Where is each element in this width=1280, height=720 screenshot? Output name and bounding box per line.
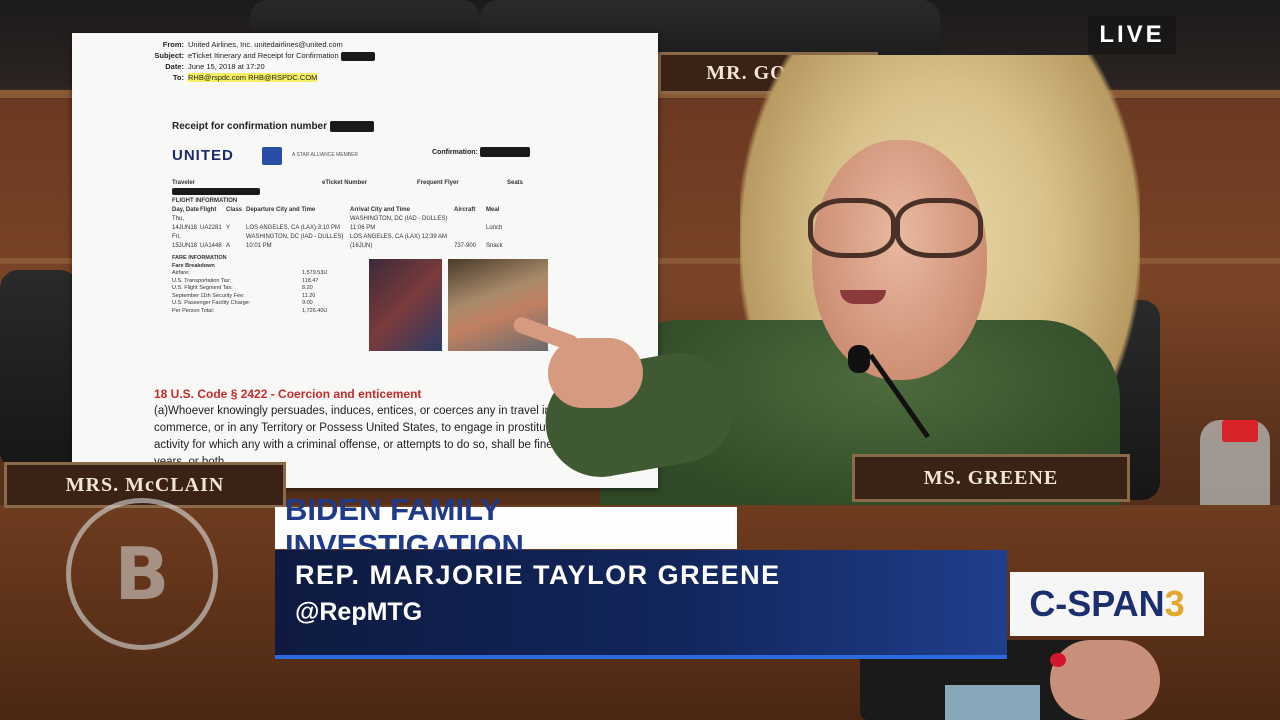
- table-header-cell: eTicket Number: [322, 180, 367, 186]
- fare-label: Per Person Total:: [172, 307, 215, 314]
- fare-row: U.S. Transportation Tax: 118.47: [172, 278, 352, 286]
- fare-label: September 11th Security Fee:: [172, 292, 245, 299]
- email-header-subject: Subject: eTicket Itinerary and Receipt fo…: [150, 50, 375, 61]
- email-header-label: From:: [162, 40, 184, 49]
- traveler-row: [172, 188, 523, 197]
- fare-value: 1,579.53U: [302, 270, 328, 276]
- email-header-label: Subject:: [154, 51, 184, 60]
- lower-third: REP. MARJORIE TAYLOR GREENE @RepMTG: [275, 550, 1007, 659]
- fare-row: U.S. Flight Segment Tax: 8.20: [172, 285, 352, 293]
- fingernail: [1050, 653, 1066, 667]
- bottle-cap: [1222, 420, 1258, 442]
- fare-value: 8.20: [302, 285, 313, 291]
- speaker-handle: @RepMTG: [295, 598, 423, 626]
- table-cell: Snack: [486, 243, 503, 250]
- redaction: [340, 51, 375, 61]
- fare-breakdown: FARE INFORMATION Fare Breakdown Airfare:…: [172, 255, 352, 315]
- email-header: From: United Airlines, Inc. unitedairline…: [150, 39, 375, 83]
- table-cell: UA2281: [200, 225, 222, 232]
- fare-label: U.S. Transportation Tax:: [172, 277, 231, 284]
- watermark-letter: B: [114, 532, 170, 616]
- fare-row: U.S. Passenger Facility Charge: 9.00: [172, 300, 352, 308]
- fare-value: 1,726.40U: [302, 307, 328, 314]
- redaction: [172, 188, 260, 195]
- topic-banner: BIDEN FAMILY INVESTIGATION: [275, 492, 737, 563]
- table-header-cell: Departure City and Time: [246, 207, 316, 214]
- table-cell: Thu, 14JUN18: [172, 216, 198, 232]
- itinerary-table: Traveler eTicket Number Frequent Flyer Seat…: [172, 179, 523, 251]
- table-header-cell: Arrival City and Time: [350, 207, 410, 214]
- email-header-label: Date:: [165, 62, 184, 71]
- table-cell: LOS ANGELES, CA (LAX) 3:10 PM: [246, 225, 341, 232]
- email-header-value: June 15, 2018 at 17:20: [188, 62, 265, 71]
- cspan3-logo: C-SPAN 3: [1010, 572, 1204, 636]
- cspan-logo-number: 3: [1164, 583, 1185, 624]
- fare-row: Per Person Total: 1,726.40U: [172, 308, 352, 316]
- fare-row: Airfare: 1,579.53U: [172, 270, 352, 278]
- table-cell: UA1448: [200, 243, 222, 250]
- fare-breakdown-label: Fare Breakdown: [172, 262, 215, 269]
- table-cell: WASHINGTON, DC (IAD - DULLES) 10:01 PM: [246, 234, 344, 250]
- microphone-icon: [848, 345, 870, 373]
- united-globe-icon: [262, 147, 282, 165]
- table-header-cell: Frequent Flyer: [417, 180, 459, 186]
- fare-value: 9.00: [302, 300, 313, 306]
- united-logo: UNITED: [172, 147, 234, 164]
- table-header-cell: Meal: [486, 207, 500, 214]
- table-cell: Fri, 15JUN18: [172, 234, 198, 250]
- camera-screen: [945, 685, 1040, 720]
- confirmation-label: Confirmation:: [432, 148, 478, 156]
- table-row: Thu, 14JUN18 UA2281 Y LOS ANGELES, CA (LAX)…: [172, 215, 523, 233]
- fare-info-label: FARE INFORMATION: [172, 255, 227, 261]
- table-cell: LOS ANGELES, CA (LAX) 12:39 AM (16JUN): [350, 234, 448, 250]
- evidence-photo: [369, 259, 442, 351]
- fare-value: 11.20: [302, 292, 316, 299]
- table-header-cell: Traveler: [172, 180, 196, 186]
- fare-value: 118.47: [302, 277, 319, 284]
- star-alliance-label: A STAR ALLIANCE MEMBER: [292, 152, 359, 158]
- email-header-value: RHB@rspdc.com RHB@RSPDC.COM: [188, 73, 318, 82]
- fare-label: U.S. Passenger Facility Charge:: [172, 300, 251, 306]
- speaker-name: REP. MARJORIE TAYLOR GREENE: [295, 560, 781, 590]
- photographer-hand: [1050, 640, 1160, 720]
- table-header-cell: Day, Date: [172, 207, 199, 214]
- email-header-label: To:: [172, 73, 184, 82]
- email-header-value: United Airlines, Inc. unitedairlines@uni…: [188, 40, 343, 49]
- email-header-value: eTicket Itinerary and Receipt for Confir…: [188, 51, 339, 60]
- table-header-cell: Flight: [200, 207, 217, 214]
- table-cell: A: [226, 243, 231, 250]
- speaker-mouth: [840, 290, 886, 304]
- live-badge: LIVE: [1088, 16, 1176, 54]
- table-row: Fri, 15JUN18 UA1448 A WASHINGTON, DC (IAD -…: [172, 233, 523, 251]
- glasses-left-lens: [808, 198, 896, 258]
- email-header-to: To: RHB@rspdc.com RHB@RSPDC.COM: [150, 72, 375, 83]
- chair: [0, 270, 78, 470]
- nameplate-greene: MS. GREENE: [852, 454, 1130, 502]
- table-cell: Lunch: [486, 225, 503, 232]
- receipt-title: Receipt for confirmation number: [172, 121, 374, 132]
- redaction: [479, 147, 530, 157]
- table-header-cell: Seats: [507, 180, 524, 186]
- flight-info-label: FLIGHT INFORMATION: [172, 198, 238, 205]
- table-cell: Y: [226, 225, 231, 232]
- table-cell: 737-900: [454, 243, 477, 250]
- email-header-from: From: United Airlines, Inc. unitedairline…: [150, 39, 375, 50]
- statute-heading: 18 U.S. Code § 2422 - Coercion and entic…: [154, 387, 422, 401]
- table-header-cell: Class: [226, 207, 243, 214]
- watermark-logo-icon: B: [66, 498, 218, 650]
- confirmation-field: Confirmation:: [432, 147, 530, 157]
- glasses-right-lens: [895, 198, 983, 258]
- table-cell: WASHINGTON, DC (IAD - DULLES) 11:06 PM: [350, 216, 448, 232]
- table-header-cell: Aircraft: [454, 207, 476, 214]
- speaker-face: [812, 140, 987, 380]
- redaction: [329, 121, 374, 132]
- email-header-date: Date: June 15, 2018 at 17:20: [150, 61, 375, 72]
- fare-label: U.S. Flight Segment Tax:: [172, 285, 233, 291]
- fare-row: September 11th Security Fee: 11.20: [172, 293, 352, 301]
- cspan-logo-text: C-SPAN: [1029, 583, 1165, 624]
- fare-label: Airfare:: [172, 270, 190, 276]
- flight-columns-row: Day, DateFlight Class Departure City and T…: [172, 206, 523, 215]
- itinerary-header-row: Traveler eTicket Number Frequent Flyer Seat…: [172, 179, 523, 188]
- receipt-title-text: Receipt for confirmation number: [172, 121, 328, 133]
